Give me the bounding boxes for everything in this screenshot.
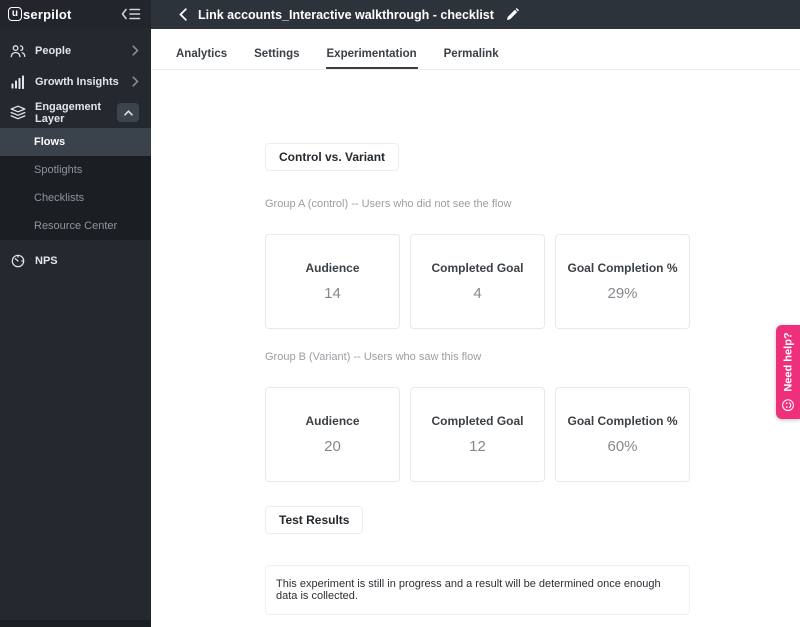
test-results-row: Test Results <box>265 506 800 534</box>
stat-card-goal-completion: Goal Completion % 29% <box>555 234 690 329</box>
people-icon <box>9 44 26 58</box>
app-window: u serpilot People Growth Insights Engage… <box>0 0 800 627</box>
page-title: Link accounts_Interactive walkthrough - … <box>198 7 494 22</box>
sidebar-item-engagement-layer[interactable]: Engagement Layer <box>0 97 151 128</box>
experimentation-content: Control vs. Variant Group A (control) --… <box>151 143 800 615</box>
experiment-status-message: This experiment is still in progress and… <box>265 565 690 615</box>
stat-value: 20 <box>324 438 341 455</box>
stat-label: Goal Completion % <box>567 414 678 428</box>
stat-card-goal-completion: Goal Completion % 60% <box>555 387 690 482</box>
stat-label: Audience <box>305 261 360 275</box>
layers-icon <box>9 105 26 120</box>
sidebar-item-spotlights[interactable]: Spotlights <box>0 156 151 184</box>
sidebar-item-label: Engagement Layer <box>35 100 102 125</box>
submenu-label: Checklists <box>34 192 85 204</box>
submenu-label: Flows <box>34 136 66 148</box>
chevron-up-icon <box>123 109 133 116</box>
sidebar-nav: People Growth Insights Engagement Layer … <box>0 28 151 276</box>
stat-card-audience: Audience 20 <box>265 387 400 482</box>
smiley-icon <box>782 399 794 412</box>
stat-label: Completed Goal <box>431 261 524 275</box>
tab-permalink[interactable]: Permalink <box>444 48 499 69</box>
collapse-sidebar-icon[interactable] <box>121 8 141 20</box>
control-vs-variant-title: Control vs. Variant <box>265 143 400 171</box>
stat-card-completed-goal: Completed Goal 12 <box>410 387 545 482</box>
sidebar-bottom-strip <box>0 620 151 627</box>
pencil-icon <box>506 8 519 21</box>
sidebar-item-label: Growth Insights <box>35 75 119 88</box>
topbar: Link accounts_Interactive walkthrough - … <box>151 0 800 29</box>
sidebar: u serpilot People Growth Insights Engage… <box>0 0 151 627</box>
sidebar-item-flows[interactable]: Flows <box>0 128 151 156</box>
back-button[interactable] <box>179 8 187 21</box>
engagement-layer-submenu: Flows Spotlights Checklists Resource Cen… <box>0 128 151 240</box>
stat-card-audience: Audience 14 <box>265 234 400 329</box>
group-b-cards: Audience 20 Completed Goal 12 Goal Compl… <box>265 387 690 482</box>
sidebar-item-nps[interactable]: NPS <box>0 245 151 276</box>
userpilot-logo: u serpilot <box>8 7 72 22</box>
stat-value: 29% <box>607 285 638 302</box>
tab-experimentation[interactable]: Experimentation <box>325 48 418 69</box>
group-a-label: Group A (control) -- Users who did not s… <box>265 198 512 210</box>
gauge-icon <box>9 254 26 268</box>
test-results-title: Test Results <box>265 506 364 534</box>
stat-label: Completed Goal <box>431 414 524 428</box>
need-help-label: Need help? <box>782 332 794 392</box>
logo-badge-icon: u <box>8 7 22 21</box>
sidebar-item-growth-insights[interactable]: Growth Insights <box>0 66 151 97</box>
sidebar-item-people[interactable]: People <box>0 35 151 66</box>
group-a-cards: Audience 14 Completed Goal 4 Goal Comple… <box>265 234 690 329</box>
chevron-left-icon <box>179 8 187 21</box>
sidebar-item-checklists[interactable]: Checklists <box>0 184 151 212</box>
tab-analytics[interactable]: Analytics <box>176 48 227 69</box>
chevron-right-icon <box>132 45 139 56</box>
submenu-label: Spotlights <box>34 164 83 176</box>
sidebar-item-resource-center[interactable]: Resource Center <box>0 212 151 240</box>
stat-card-completed-goal: Completed Goal 4 <box>410 234 545 329</box>
stat-value: 14 <box>324 285 341 302</box>
sidebar-item-label: NPS <box>35 254 58 267</box>
submenu-label: Resource Center <box>34 220 118 232</box>
stat-value: 4 <box>473 285 482 302</box>
need-help-inner: Need help? <box>782 332 795 412</box>
tab-bar: Analytics Settings Experimentation Perma… <box>151 29 800 70</box>
need-help-tab[interactable]: Need help? <box>776 325 800 419</box>
section-header-row: Control vs. Variant <box>265 143 800 171</box>
sidebar-header: u serpilot <box>0 0 151 28</box>
stat-label: Goal Completion % <box>567 261 678 275</box>
chevron-right-icon <box>132 76 139 87</box>
bar-chart-icon <box>9 75 26 89</box>
stat-value: 60% <box>607 438 638 455</box>
logo-text: serpilot <box>23 6 72 22</box>
stat-label: Audience <box>305 414 360 428</box>
edit-title-button[interactable] <box>506 8 519 21</box>
group-b-label: Group B (Variant) -- Users who saw this … <box>265 351 482 363</box>
main-area: Link accounts_Interactive walkthrough - … <box>151 0 800 627</box>
tab-settings[interactable]: Settings <box>254 48 299 69</box>
sidebar-item-label: People <box>35 44 72 57</box>
collapse-section-button[interactable] <box>117 103 139 122</box>
stat-value: 12 <box>469 438 486 455</box>
